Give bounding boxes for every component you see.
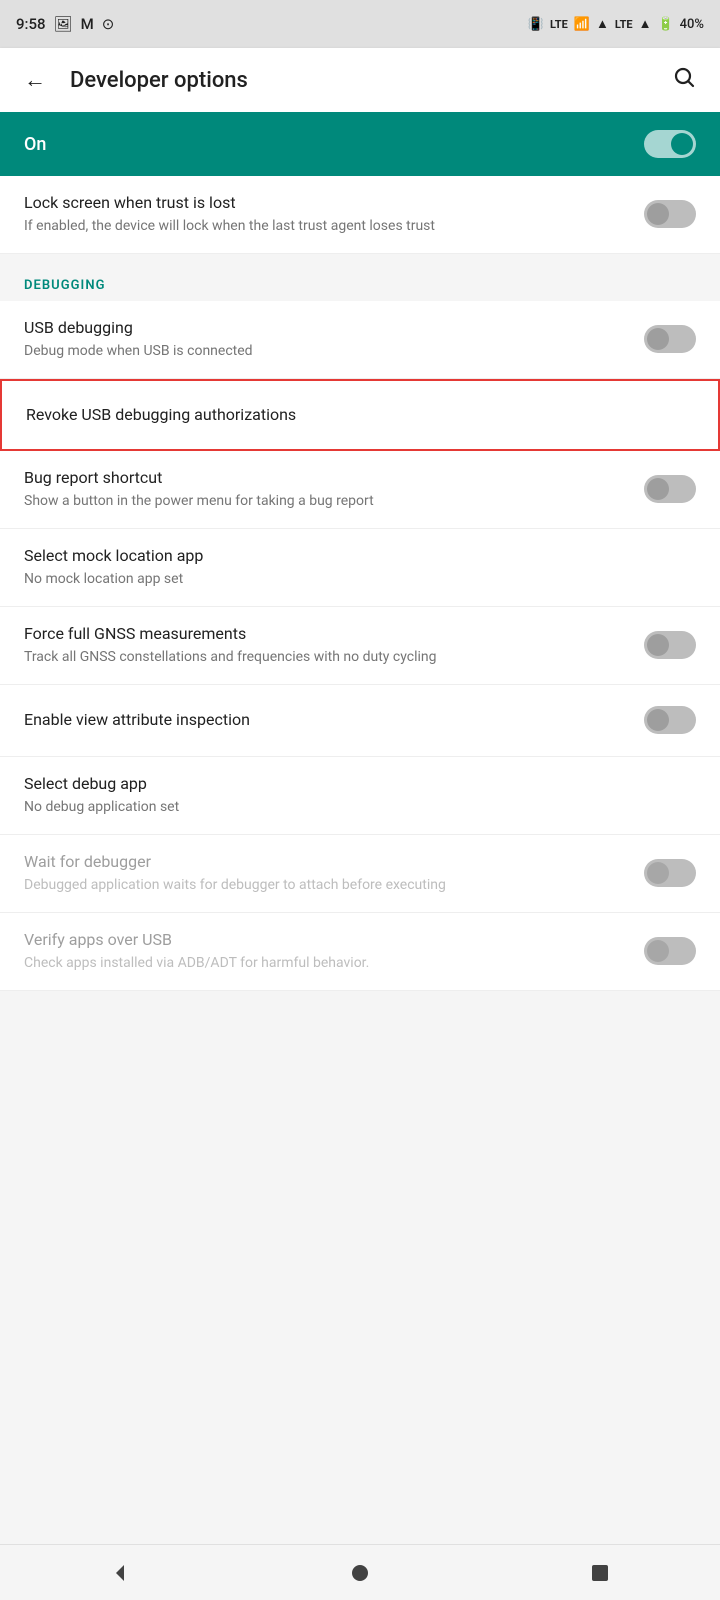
usb-debugging-item[interactable]: USB debugging Debug mode when USB is con… <box>0 301 720 379</box>
lte-icon: LTE <box>550 18 568 31</box>
debugging-section-header: DEBUGGING <box>0 254 720 301</box>
view-attribute-inspection-toggle[interactable] <box>644 706 696 734</box>
usb-debugging-subtitle: Debug mode when USB is connected <box>24 342 628 362</box>
signal-icon: ▲ <box>596 16 609 32</box>
status-time: 9:58 <box>16 15 46 33</box>
bug-report-shortcut-subtitle: Show a button in the power menu for taki… <box>24 492 628 512</box>
verify-apps-usb-title: Verify apps over USB <box>24 929 628 951</box>
verify-apps-usb-text: Verify apps over USB Check apps installe… <box>24 929 644 974</box>
wait-for-debugger-toggle <box>644 859 696 887</box>
mock-location-title: Select mock location app <box>24 545 680 567</box>
battery-icon: 🔋 <box>657 17 673 32</box>
select-debug-app-subtitle: No debug application set <box>24 798 680 818</box>
nav-bar <box>0 1544 720 1600</box>
nav-back-button[interactable] <box>84 1549 156 1597</box>
toggle-thumb <box>647 203 669 225</box>
developer-options-toggle-banner: On <box>0 112 720 176</box>
signal2-icon: ▲ <box>639 16 652 32</box>
wait-for-debugger-subtitle: Debugged application waits for debugger … <box>24 876 628 896</box>
gnss-subtitle: Track all GNSS constellations and freque… <box>24 648 628 668</box>
debugging-section-label: DEBUGGING <box>24 278 105 293</box>
wifi-icon: 📶 <box>574 17 590 32</box>
lte2-icon: LTE <box>615 18 633 31</box>
page-title: Developer options <box>70 68 648 93</box>
lock-screen-trust-subtitle: If enabled, the device will lock when th… <box>24 217 628 237</box>
toggle-thumb <box>647 478 669 500</box>
verify-apps-usb-subtitle: Check apps installed via ADB/ADT for har… <box>24 954 628 974</box>
settings-list: Lock screen when trust is lost If enable… <box>0 176 720 1051</box>
usb-debugging-toggle[interactable] <box>644 325 696 353</box>
verify-apps-usb-item: Verify apps over USB Check apps installe… <box>0 913 720 991</box>
select-debug-app-item[interactable]: Select debug app No debug application se… <box>0 757 720 835</box>
view-attribute-inspection-text: Enable view attribute inspection <box>24 709 644 731</box>
bug-report-shortcut-title: Bug report shortcut <box>24 467 628 489</box>
status-bar-left: 9:58 🖼 M ⊙ <box>16 15 114 33</box>
toggle-thumb <box>647 328 669 350</box>
status-bar-right: 📳 LTE 📶 ▲ LTE ▲ 🔋 40% <box>528 16 704 32</box>
app-bar: ← Developer options <box>0 48 720 112</box>
toggle-thumb <box>647 862 669 884</box>
lock-screen-trust-text: Lock screen when trust is lost If enable… <box>24 192 644 237</box>
toggle-thumb <box>647 634 669 656</box>
nav-recent-button[interactable] <box>564 1549 636 1597</box>
usb-debugging-title: USB debugging <box>24 317 628 339</box>
wait-for-debugger-title: Wait for debugger <box>24 851 628 873</box>
status-bar: 9:58 🖼 M ⊙ 📳 LTE 📶 ▲ LTE ▲ 🔋 40% <box>0 0 720 48</box>
bug-report-shortcut-item[interactable]: Bug report shortcut Show a button in the… <box>0 451 720 529</box>
vibrate-icon: 📳 <box>528 17 544 32</box>
gnss-text: Force full GNSS measurements Track all G… <box>24 623 644 668</box>
gnss-item[interactable]: Force full GNSS measurements Track all G… <box>0 607 720 685</box>
gnss-toggle[interactable] <box>644 631 696 659</box>
bug-report-shortcut-text: Bug report shortcut Show a button in the… <box>24 467 644 512</box>
nav-home-button[interactable] <box>324 1549 396 1597</box>
usb-debugging-text: USB debugging Debug mode when USB is con… <box>24 317 644 362</box>
toggle-thumb <box>671 133 693 155</box>
toggle-thumb <box>647 940 669 962</box>
wait-for-debugger-text: Wait for debugger Debugged application w… <box>24 851 644 896</box>
gallery-icon: 🖼 <box>54 15 73 33</box>
revoke-usb-debugging-text: Revoke USB debugging authorizations <box>26 404 694 426</box>
mock-location-text: Select mock location app No mock locatio… <box>24 545 696 590</box>
revoke-usb-debugging-item[interactable]: Revoke USB debugging authorizations <box>0 379 720 451</box>
wait-for-debugger-item: Wait for debugger Debugged application w… <box>0 835 720 913</box>
lock-screen-trust-item[interactable]: Lock screen when trust is lost If enable… <box>0 176 720 254</box>
battery-percent: 40% <box>680 17 704 32</box>
lock-screen-trust-title: Lock screen when trust is lost <box>24 192 628 214</box>
gmail-icon: M <box>81 15 94 33</box>
lock-screen-trust-toggle[interactable] <box>644 200 696 228</box>
camera-icon: ⊙ <box>102 15 115 33</box>
bug-report-shortcut-toggle[interactable] <box>644 475 696 503</box>
developer-options-toggle-label: On <box>24 134 46 155</box>
mock-location-item[interactable]: Select mock location app No mock locatio… <box>0 529 720 607</box>
search-button[interactable] <box>664 57 704 103</box>
developer-options-toggle[interactable] <box>644 130 696 158</box>
view-attribute-inspection-title: Enable view attribute inspection <box>24 709 628 731</box>
view-attribute-inspection-item[interactable]: Enable view attribute inspection <box>0 685 720 757</box>
back-button[interactable]: ← <box>16 59 54 101</box>
select-debug-app-title: Select debug app <box>24 773 680 795</box>
gnss-title: Force full GNSS measurements <box>24 623 628 645</box>
select-debug-app-text: Select debug app No debug application se… <box>24 773 696 818</box>
toggle-thumb <box>647 709 669 731</box>
verify-apps-usb-toggle <box>644 937 696 965</box>
revoke-usb-debugging-title: Revoke USB debugging authorizations <box>26 404 678 426</box>
mock-location-subtitle: No mock location app set <box>24 570 680 590</box>
